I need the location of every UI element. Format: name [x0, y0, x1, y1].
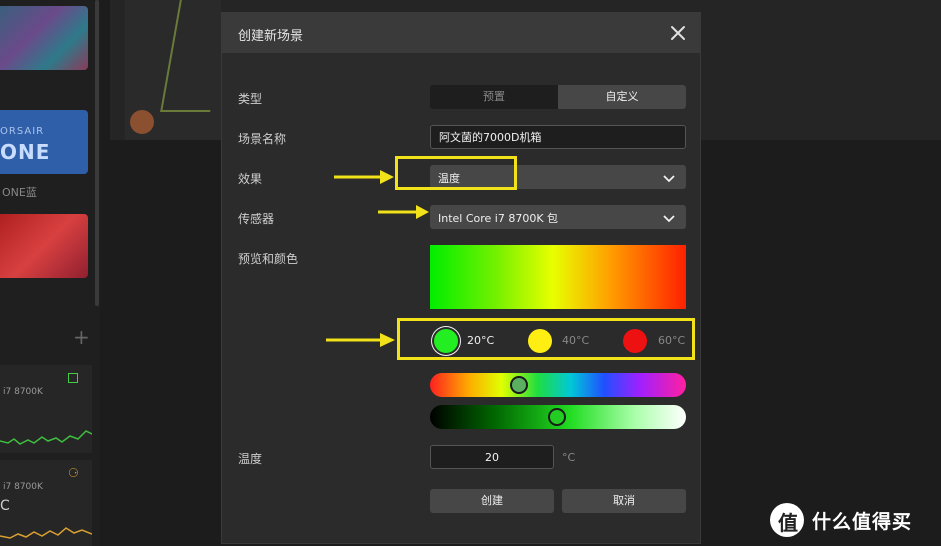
tile-logo-text: ONE	[0, 140, 51, 164]
temperature-label: 温度	[238, 452, 263, 466]
arrow-right-icon	[378, 205, 429, 219]
sensor-card-cpu-name: i7 8700K	[3, 387, 43, 397]
hue-slider[interactable]	[430, 373, 686, 397]
watermark-logo-icon: 值	[770, 503, 804, 537]
preview-colors-label: 预览和颜色	[238, 252, 299, 266]
scene-name-label: 场景名称	[238, 132, 287, 146]
sensor-card-cpu-name: i7 8700K	[3, 482, 43, 492]
create-scene-dialog: 创建新场景 类型 预置 自定义 场景名称 效果 温度 传感器 Intel Cor…	[221, 12, 701, 544]
add-scene-icon[interactable]: +	[73, 325, 90, 349]
highlight-box-colors	[397, 318, 695, 360]
scene-name-input[interactable]	[430, 125, 686, 149]
watermark: 值 什么值得买	[770, 503, 930, 537]
sidebar-scrollbar[interactable]	[95, 0, 99, 306]
chevron-down-icon	[663, 215, 675, 223]
sensor-card-value: C	[0, 498, 10, 514]
type-label: 类型	[238, 92, 263, 106]
effect-label: 效果	[238, 172, 263, 186]
cancel-button[interactable]: 取消	[562, 489, 686, 513]
tile-brand-text: ORSAIR	[0, 126, 45, 137]
device-image-fan	[130, 110, 154, 134]
highlight-box-effect	[395, 156, 517, 190]
scene-tile-label: ONE蓝	[2, 186, 37, 199]
sensor-sparkline	[0, 527, 92, 539]
type-option-preset[interactable]: 预置	[430, 85, 558, 109]
shade-slider[interactable]	[430, 405, 686, 429]
shade-slider-handle[interactable]	[548, 408, 566, 426]
hue-slider-handle[interactable]	[510, 376, 528, 394]
thermometer-icon: ⚆	[68, 466, 79, 480]
chevron-down-icon	[663, 175, 675, 183]
color-preview-gradient	[430, 245, 686, 309]
create-button[interactable]: 创建	[430, 489, 554, 513]
dialog-header: 创建新场景	[222, 13, 700, 53]
type-option-custom[interactable]: 自定义	[558, 85, 686, 109]
chip-icon	[68, 373, 78, 383]
close-icon[interactable]	[668, 23, 688, 43]
temperature-unit: °C	[562, 451, 576, 464]
scene-tile-1[interactable]	[0, 6, 88, 70]
sensor-select[interactable]: Intel Core i7 8700K 包	[430, 205, 686, 229]
scene-tile-corsair-one[interactable]: ORSAIR ONE	[0, 110, 88, 174]
sensor-label: 传感器	[238, 212, 275, 226]
scene-tile-3[interactable]	[0, 214, 88, 278]
sensor-sparkline	[0, 430, 92, 445]
arrow-right-icon	[326, 333, 395, 347]
watermark-text: 什么值得买	[812, 511, 913, 533]
temperature-input[interactable]	[430, 445, 554, 469]
type-toggle: 预置 自定义	[430, 85, 686, 109]
dialog-title: 创建新场景	[238, 29, 304, 44]
sensor-card-cpu-load[interactable]: i7 8700K	[0, 365, 92, 453]
sensor-card-cpu-temp[interactable]: ⚆ i7 8700K C	[0, 460, 92, 546]
sensor-select-value: Intel Core i7 8700K 包	[438, 212, 559, 225]
arrow-right-icon	[334, 170, 394, 184]
